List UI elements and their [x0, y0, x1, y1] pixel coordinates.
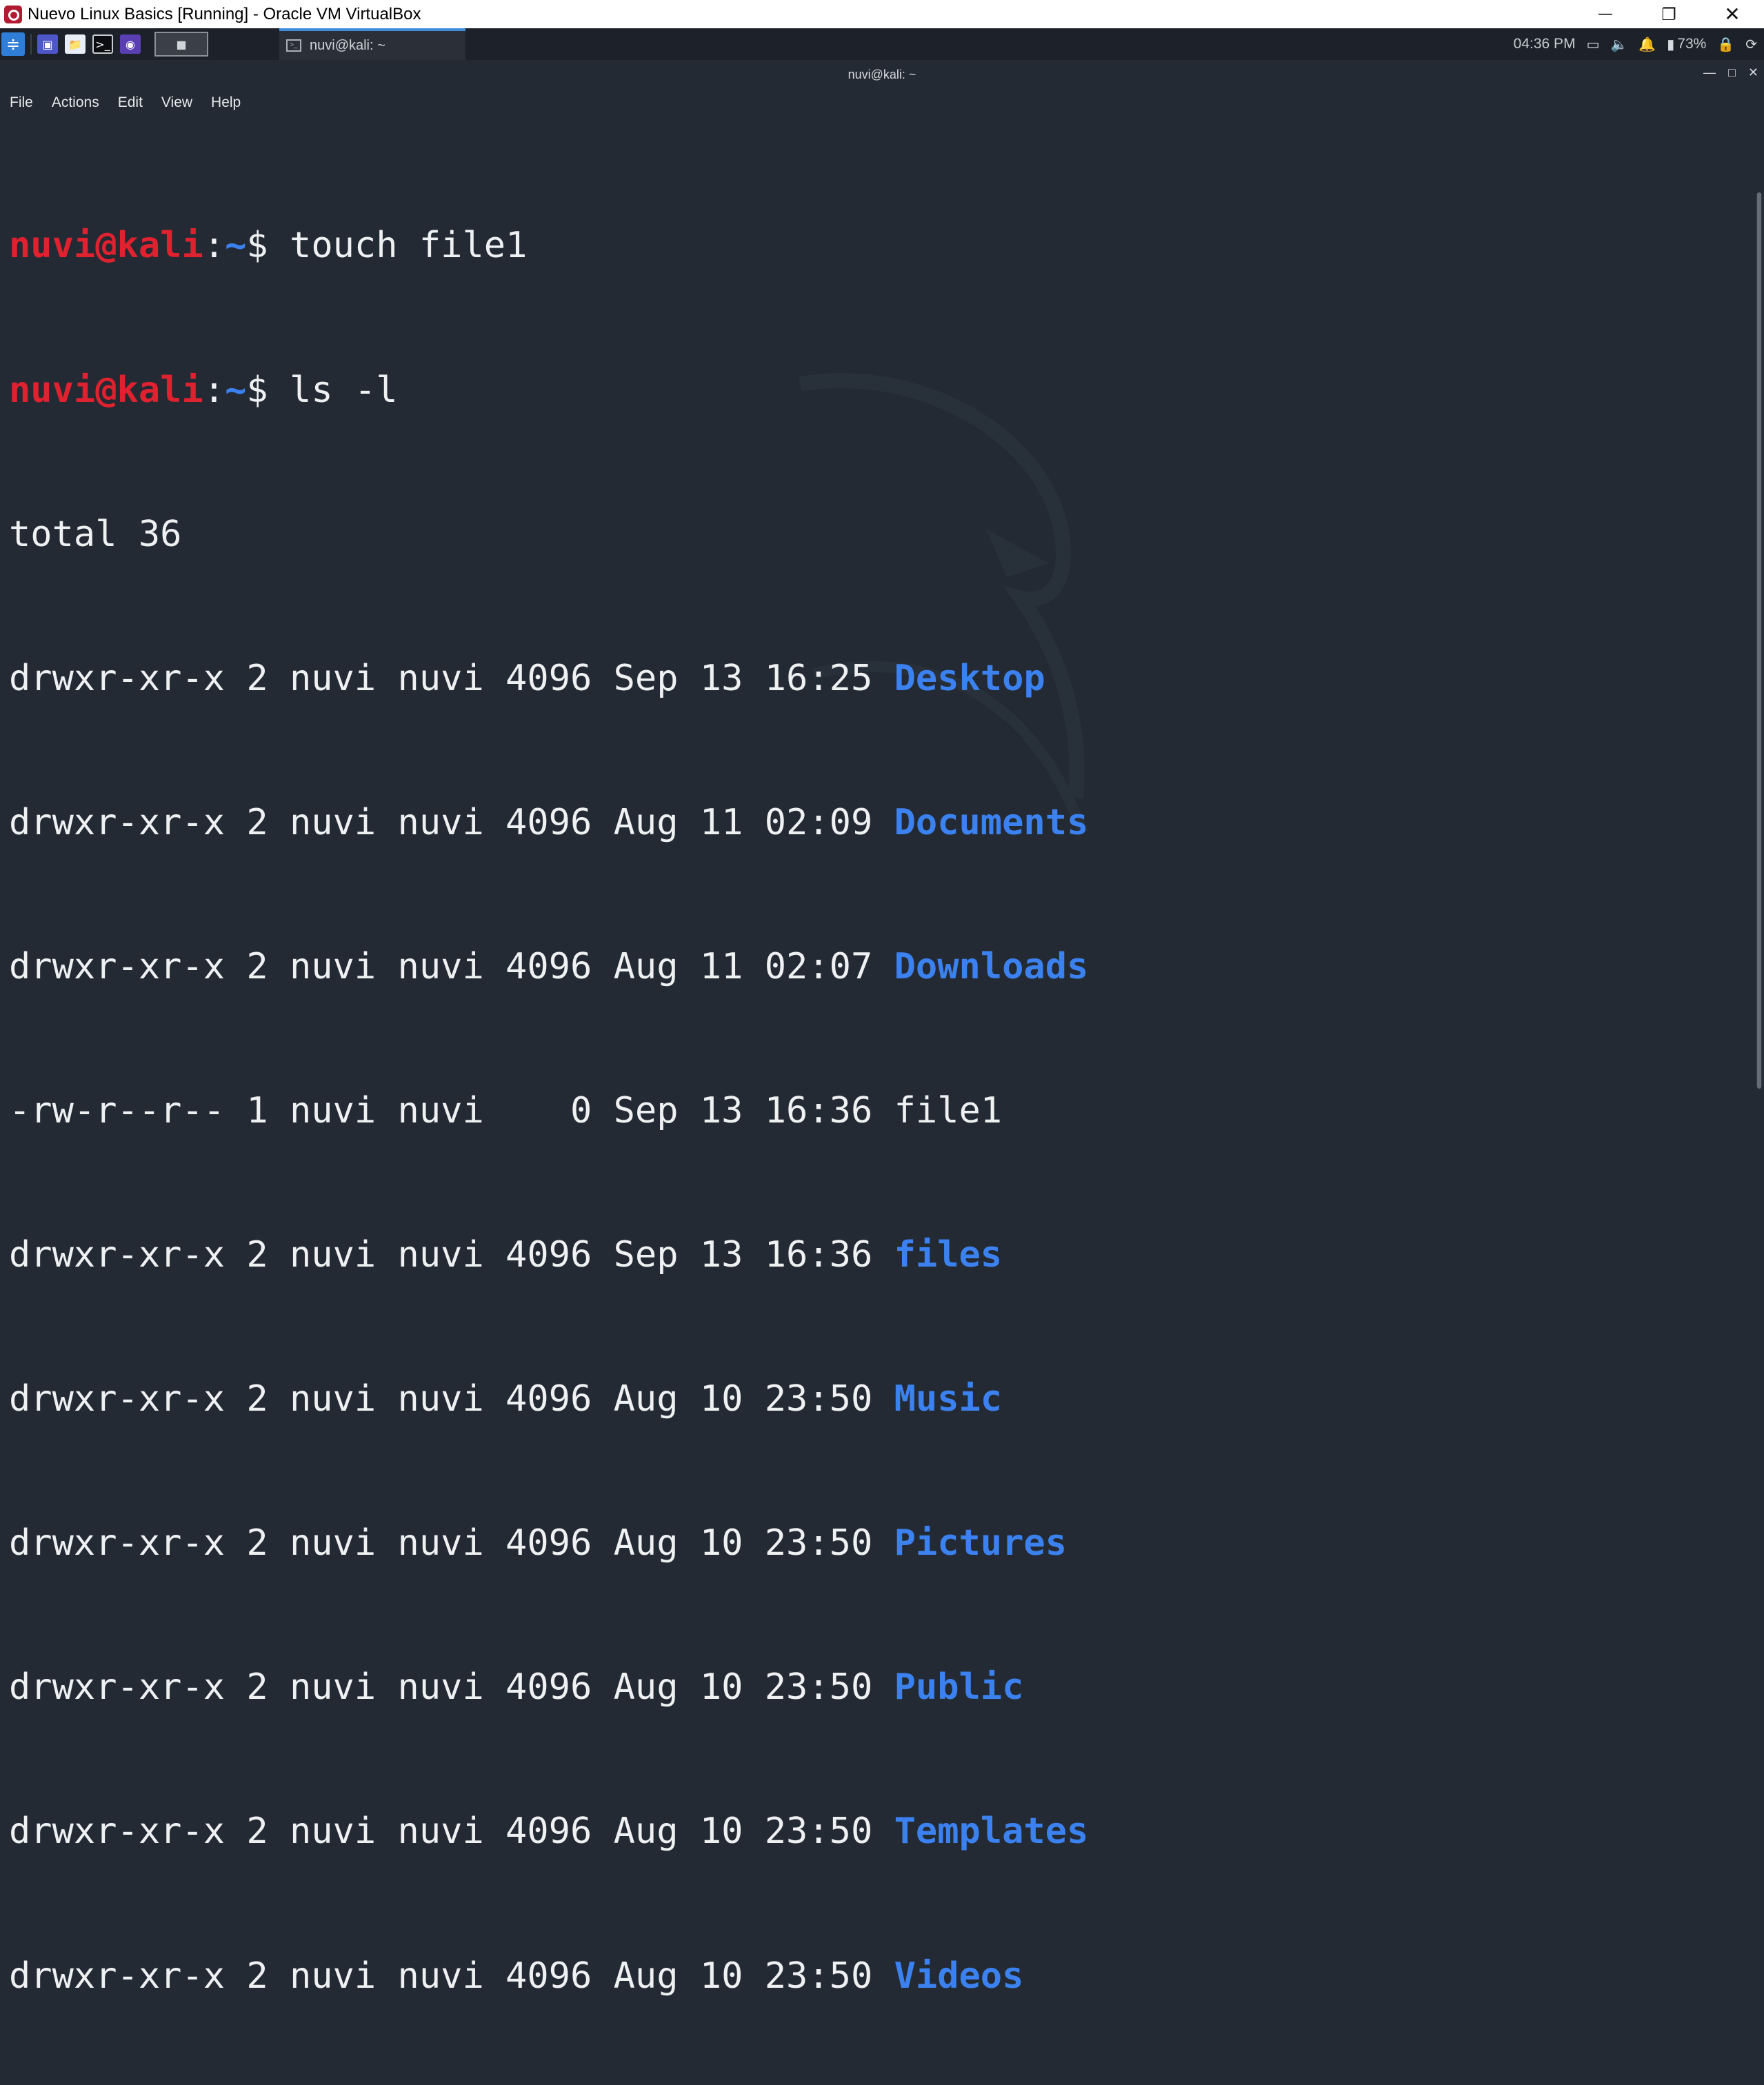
terminal-scrollbar[interactable] — [1756, 192, 1763, 1089]
volume-icon[interactable]: 🔈 — [1610, 36, 1627, 53]
window-controls: — ❐ ✕ — [1574, 0, 1764, 28]
menu-actions[interactable]: Actions — [52, 94, 99, 111]
listing-name: Public — [894, 1666, 1024, 1709]
command-line: nuvi@kali:~$ ls -l — [9, 367, 1740, 415]
listing-meta: drwxr-xr-x 2 nuvi nuvi 4096 Sep 13 16:36 — [9, 1234, 894, 1276]
command-line: nuvi@kali:~$ touch file1 — [9, 222, 1740, 270]
listing-meta: drwxr-xr-x 2 nuvi nuvi 4096 Aug 11 02:07 — [9, 945, 894, 987]
workspace-icon[interactable]: ■ — [154, 32, 208, 57]
display-icon[interactable]: ▭ — [1587, 36, 1600, 53]
taskbar-terminal-label: nuvi@kali: ~ — [310, 37, 385, 53]
restore-button[interactable]: ❐ — [1637, 0, 1701, 28]
listing-name: Templates — [894, 1811, 1089, 1853]
taskbar-terminal-button[interactable]: >_ nuvi@kali: ~ — [279, 28, 465, 60]
listing-meta: drwxr-xr-x 2 nuvi nuvi 4096 Aug 10 23:50 — [9, 1522, 894, 1564]
command-text: ls -l — [290, 369, 398, 411]
restore-icon: ❐ — [1661, 4, 1676, 24]
listing-name: Desktop — [894, 657, 1045, 699]
menu-help[interactable]: Help — [211, 94, 241, 111]
listing-row: -rw-r--r-- 1 nuvi nuvi 0 Sep 13 16:36 fi… — [9, 1087, 1740, 1136]
scrollbar-thumb[interactable] — [1757, 192, 1761, 1089]
kali-menu-icon[interactable]: ≑ — [1, 32, 25, 56]
terminal-minimize-icon[interactable]: — — [1703, 66, 1716, 80]
terminal-title: nuvi@kali: ~ — [848, 67, 916, 81]
prompt-user: nuvi@kali — [9, 369, 203, 411]
battery-icon[interactable]: ▮ — [1667, 36, 1674, 53]
listing-row: drwxr-xr-x 2 nuvi nuvi 4096 Aug 10 23:50… — [9, 1953, 1740, 2001]
virtualbox-titlebar: Nuevo Linux Basics [Running] - Oracle VM… — [0, 0, 1764, 28]
desktop-icon[interactable]: ▣ — [37, 34, 58, 54]
panel-launchers: ≑ ▣ 📁 >_ ◉ ■ — [0, 28, 208, 60]
terminal-output[interactable]: nuvi@kali:~$ touch file1 nuvi@kali:~$ ls… — [9, 126, 1740, 1996]
window-title: Nuevo Linux Basics [Running] - Oracle VM… — [28, 4, 421, 23]
system-tray: 04:36 PM ▭ 🔈 🔔 ▮ 73% 🔒 ⟳ — [1514, 28, 1764, 60]
terminal-task-icon: >_ — [286, 39, 301, 52]
listing-row: drwxr-xr-x 2 nuvi nuvi 4096 Aug 11 02:07… — [9, 943, 1740, 991]
listing-row: drwxr-xr-x 2 nuvi nuvi 4096 Aug 10 23:50… — [9, 1808, 1740, 1856]
listing-name: files — [894, 1234, 1003, 1276]
listing-name: file1 — [894, 1089, 1003, 1131]
listing-meta: drwxr-xr-x 2 nuvi nuvi 4096 Aug 10 23:50 — [9, 1666, 894, 1709]
close-icon: ✕ — [1724, 3, 1741, 26]
prompt-path: ~ — [225, 369, 247, 411]
terminal-window-controls: — □ ✕ — [1703, 66, 1758, 80]
clock[interactable]: 04:36 PM — [1514, 36, 1576, 52]
listing-row: drwxr-xr-x 2 nuvi nuvi 4096 Aug 10 23:50… — [9, 1376, 1740, 1424]
prompt-colon: : — [203, 225, 225, 267]
listing-name: Videos — [894, 1955, 1024, 1997]
listing-name: Downloads — [894, 945, 1089, 987]
listing-name: Music — [894, 1378, 1003, 1420]
listing-name: Documents — [894, 801, 1089, 843]
listing-name: Pictures — [894, 1522, 1068, 1564]
terminal-maximize-icon[interactable]: □ — [1728, 66, 1736, 80]
top-panel: ≑ ▣ 📁 >_ ◉ ■ >_ nuvi@kali: ~ 04:36 PM ▭ … — [0, 28, 1764, 60]
listing-meta: -rw-r--r-- 1 nuvi nuvi 0 Sep 13 16:36 — [9, 1089, 894, 1131]
lock-icon[interactable]: 🔒 — [1717, 36, 1734, 53]
prompt-user: nuvi@kali — [9, 225, 203, 267]
prompt-dollar: $ — [246, 369, 268, 411]
listing-row: drwxr-xr-x 2 nuvi nuvi 4096 Aug 10 23:50… — [9, 1664, 1740, 1712]
battery-percent: 73% — [1677, 36, 1707, 52]
terminal-icon[interactable]: >_ — [92, 34, 113, 54]
virtualbox-logo-icon — [4, 5, 22, 23]
listing-meta: drwxr-xr-x 2 nuvi nuvi 4096 Aug 10 23:50 — [9, 1955, 894, 1997]
prompt-colon: : — [203, 369, 225, 411]
terminal-titlebar: nuvi@kali: ~ — □ ✕ — [0, 60, 1764, 89]
screenshot-icon[interactable]: ◉ — [120, 34, 141, 54]
terminal-menubar: File Actions Edit View Help — [0, 89, 1764, 117]
prompt-path: ~ — [225, 225, 247, 267]
listing-row: drwxr-xr-x 2 nuvi nuvi 4096 Sep 13 16:36… — [9, 1231, 1740, 1280]
minimize-icon: — — [1598, 6, 1613, 23]
listing-row: drwxr-xr-x 2 nuvi nuvi 4096 Aug 10 23:50… — [9, 1520, 1740, 1568]
close-button[interactable]: ✕ — [1701, 0, 1764, 28]
menu-view[interactable]: View — [161, 94, 192, 111]
bell-icon[interactable]: 🔔 — [1638, 36, 1656, 53]
listing-meta: drwxr-xr-x 2 nuvi nuvi 4096 Aug 10 23:50 — [9, 1378, 894, 1420]
power-icon[interactable]: ⟳ — [1745, 36, 1757, 53]
listing-row: drwxr-xr-x 2 nuvi nuvi 4096 Sep 13 16:25… — [9, 655, 1740, 703]
minimize-button[interactable]: — — [1574, 0, 1637, 28]
prompt-dollar: $ — [246, 225, 268, 267]
terminal-window: nuvi@kali: ~ — □ ✕ File Actions Edit Vie… — [0, 60, 1764, 1997]
listing-row: drwxr-xr-x 2 nuvi nuvi 4096 Aug 11 02:09… — [9, 799, 1740, 847]
listing-meta: drwxr-xr-x 2 nuvi nuvi 4096 Aug 10 23:50 — [9, 1811, 894, 1853]
command-text: touch file1 — [290, 225, 528, 267]
menu-edit[interactable]: Edit — [118, 94, 143, 111]
listing-meta: drwxr-xr-x 2 nuvi nuvi 4096 Aug 11 02:09 — [9, 801, 894, 843]
terminal-close-icon[interactable]: ✕ — [1748, 66, 1758, 80]
files-icon[interactable]: 📁 — [65, 34, 86, 54]
panel-separator — [30, 34, 32, 54]
ls-total: total 36 — [9, 513, 182, 555]
listing-meta: drwxr-xr-x 2 nuvi nuvi 4096 Sep 13 16:25 — [9, 657, 894, 699]
menu-file[interactable]: File — [10, 94, 33, 111]
